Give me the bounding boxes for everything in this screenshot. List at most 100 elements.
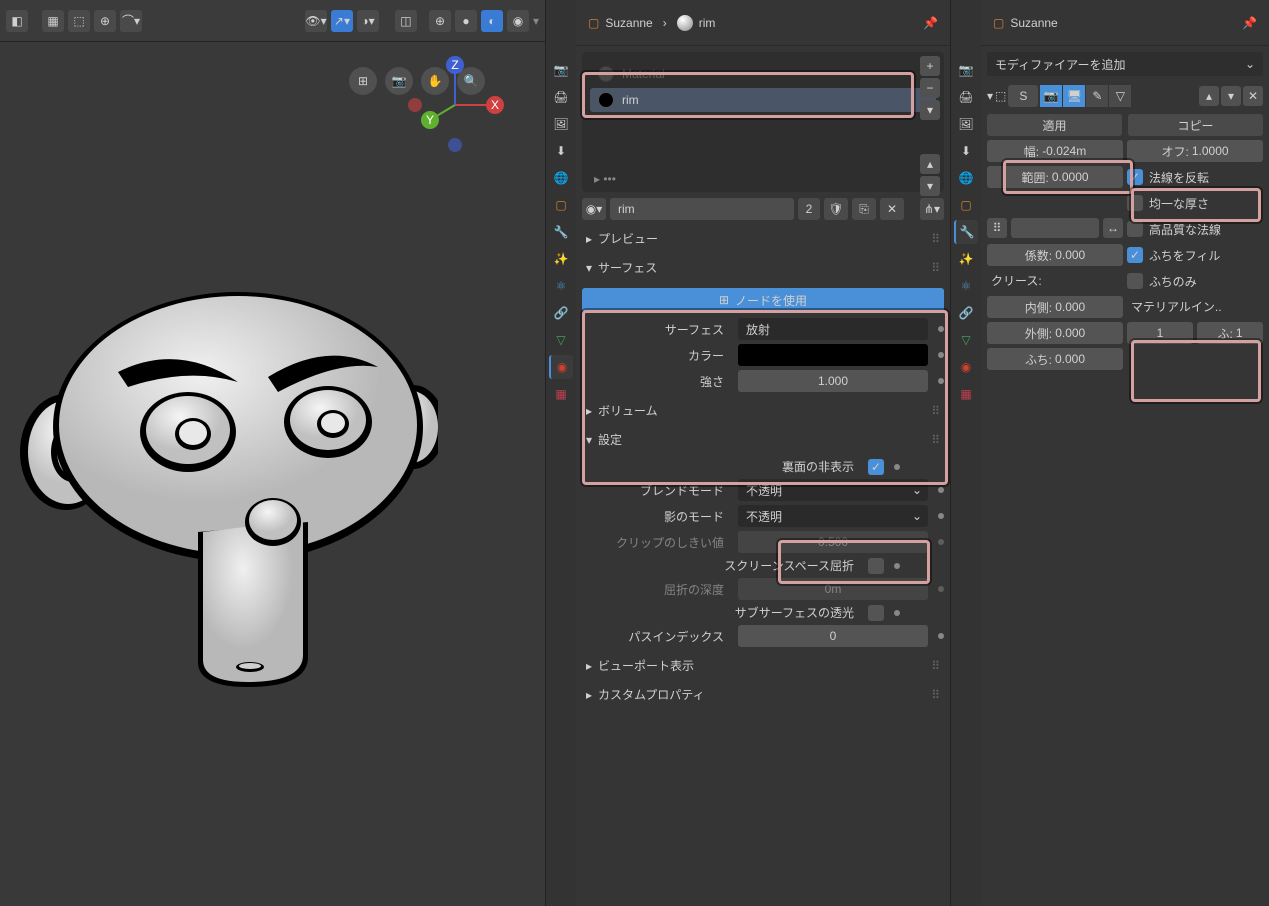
rim-only-checkbox[interactable]: [1127, 273, 1143, 289]
viewport-3d[interactable]: ◧ ▦ ⬚ ⊕ ⌒▾ 👁▾ ↗▾ ◑▾ ◫ ⊕ ● ◐ ◉ ▾ ⊞ 📷 ✋ 🔍: [0, 0, 545, 906]
viewport-display-section[interactable]: ▸ ビューポート表示 ⠿: [582, 651, 944, 680]
drag-icon[interactable]: ⠿: [931, 261, 940, 275]
surface-section[interactable]: ▾ サーフェス ⠿: [582, 253, 944, 282]
tab-particle-icon[interactable]: ✨: [954, 247, 978, 271]
visibility-icon[interactable]: 👁▾: [305, 10, 327, 32]
socket-icon[interactable]: [938, 326, 944, 332]
inner-field[interactable]: 内側: 0.000: [987, 296, 1123, 318]
drag-icon[interactable]: ⠿: [931, 688, 940, 702]
slot-up-button[interactable]: ▴: [920, 154, 940, 174]
strength-field[interactable]: 1.000: [738, 370, 928, 392]
user-count[interactable]: 2: [798, 198, 820, 220]
material-slot-0[interactable]: Material: [590, 62, 936, 86]
solid-shading-icon[interactable]: ●: [455, 10, 477, 32]
anim-dot-icon[interactable]: [938, 633, 944, 639]
color-field[interactable]: [738, 344, 928, 366]
volume-section[interactable]: ▸ ボリューム ⠿: [582, 396, 944, 425]
flip-normals-checkbox[interactable]: ✓: [1127, 169, 1143, 185]
nodetree-icon[interactable]: ⋔▾: [920, 198, 944, 220]
factor-field[interactable]: 係数: 0.000: [987, 244, 1123, 266]
custom-props-section[interactable]: ▸ カスタムプロパティ ⠿: [582, 680, 944, 709]
tab-render-icon[interactable]: 📷: [549, 58, 573, 82]
xray-icon[interactable]: ◫: [395, 10, 417, 32]
anim-dot-icon[interactable]: [938, 513, 944, 519]
gizmo-toggle-icon[interactable]: ↗▾: [331, 10, 353, 32]
tab-physics-icon[interactable]: ⚛: [954, 274, 978, 298]
mat-idx-rim-field[interactable]: ふ: 1: [1197, 322, 1263, 344]
tab-material-icon[interactable]: ◉: [549, 355, 573, 379]
cursor-icon[interactable]: ⊕: [94, 10, 116, 32]
sss-checkbox[interactable]: [868, 605, 884, 621]
backface-checkbox[interactable]: ✓: [868, 459, 884, 475]
drag-icon[interactable]: ⠿: [931, 659, 940, 673]
drag-icon[interactable]: ⠿: [931, 433, 940, 447]
mode-icon[interactable]: ▦: [42, 10, 64, 32]
widget-icon[interactable]: ⌒▾: [120, 10, 142, 32]
apply-button[interactable]: 適用: [987, 114, 1122, 136]
tab-particle-icon[interactable]: ✨: [549, 247, 573, 271]
pin-icon[interactable]: 📌: [1242, 16, 1257, 30]
move-up-icon[interactable]: ▴: [1199, 86, 1219, 106]
tab-object-icon[interactable]: ▢: [954, 193, 978, 217]
overlay-icon[interactable]: ◑▾: [357, 10, 379, 32]
expand-icon[interactable]: ▸ •••: [594, 172, 616, 186]
hq-normals-checkbox[interactable]: [1127, 221, 1143, 237]
show-render-icon[interactable]: 📷: [1040, 85, 1062, 107]
mat-idx-field[interactable]: 1: [1127, 322, 1193, 344]
chevron-down-icon[interactable]: ▾: [987, 89, 993, 103]
invert-icon[interactable]: ↔: [1103, 218, 1123, 238]
tab-material-icon[interactable]: ◉: [954, 355, 978, 379]
show-cage-icon[interactable]: ▽: [1109, 85, 1131, 107]
nav-gizmo[interactable]: X Z Y: [400, 50, 510, 160]
material-name-field[interactable]: rim: [610, 198, 794, 220]
blend-dropdown[interactable]: 不透明⌄: [738, 479, 928, 501]
slot-menu-button[interactable]: ▾: [920, 100, 940, 120]
unlink-icon[interactable]: ✕: [880, 198, 904, 220]
socket-icon[interactable]: [938, 352, 944, 358]
camera-view-icon[interactable]: ⊞: [349, 67, 377, 95]
anim-dot-icon[interactable]: [894, 563, 900, 569]
rim-crease-field[interactable]: ふち: 0.000: [987, 348, 1123, 370]
anim-dot-icon[interactable]: [938, 487, 944, 493]
material-browse-icon[interactable]: ◉▾: [582, 198, 606, 220]
add-modifier-dropdown[interactable]: モディファイアーを追加 ⌄: [987, 52, 1263, 76]
show-viewport-icon[interactable]: 🖥: [1063, 85, 1085, 107]
offset-field[interactable]: オフ: 1.0000: [1127, 140, 1263, 162]
move-down-icon[interactable]: ▾: [1221, 86, 1241, 106]
tab-world-icon[interactable]: 🌐: [549, 166, 573, 190]
drag-icon[interactable]: ⠿: [931, 404, 940, 418]
suzanne-mesh[interactable]: [18, 242, 438, 692]
tab-output-icon[interactable]: 🖨: [954, 85, 978, 109]
fake-user-icon[interactable]: 🛡: [824, 198, 848, 220]
remove-slot-button[interactable]: −: [920, 78, 940, 98]
ssr-checkbox[interactable]: [868, 558, 884, 574]
tab-texture-icon[interactable]: ▦: [549, 382, 573, 406]
fill-rim-checkbox[interactable]: ✓: [1127, 247, 1143, 263]
show-edit-icon[interactable]: ✎: [1086, 85, 1108, 107]
tab-texture-icon[interactable]: ▦: [954, 382, 978, 406]
pass-field[interactable]: 0: [738, 625, 928, 647]
tab-scene-icon[interactable]: ⬇: [954, 139, 978, 163]
tab-physics-icon[interactable]: ⚛: [549, 274, 573, 298]
select-icon[interactable]: ⬚: [68, 10, 90, 32]
surface-shader-dropdown[interactable]: 放射: [738, 318, 928, 340]
socket-icon[interactable]: [938, 378, 944, 384]
width-field[interactable]: 幅: -0.024m: [987, 140, 1123, 162]
copy-button[interactable]: コピー: [1128, 114, 1263, 136]
new-material-icon[interactable]: ⎘: [852, 198, 876, 220]
vgroup-field[interactable]: [1011, 218, 1099, 238]
material-slot-1[interactable]: rim: [590, 88, 936, 112]
tab-modifier-icon[interactable]: 🔧: [549, 220, 573, 244]
render-shading-icon[interactable]: ◉: [507, 10, 529, 32]
material-slots[interactable]: Material rim ▸ ••• + − ▾ ▴ ▾: [582, 52, 944, 192]
editor-type-icon[interactable]: ◧: [6, 10, 28, 32]
outer-field[interactable]: 外側: 0.000: [987, 322, 1123, 344]
tab-modifier-icon[interactable]: 🔧: [954, 220, 978, 244]
slot-down-button[interactable]: ▾: [920, 176, 940, 196]
viewport-scene[interactable]: ⊞ 📷 ✋ 🔍 X Z Y: [0, 42, 545, 906]
range-field[interactable]: 範囲: 0.0000: [987, 166, 1123, 188]
tab-view-icon[interactable]: 🖼: [549, 112, 573, 136]
add-slot-button[interactable]: +: [920, 56, 940, 76]
tab-render-icon[interactable]: 📷: [954, 58, 978, 82]
even-thickness-checkbox[interactable]: [1127, 195, 1143, 211]
